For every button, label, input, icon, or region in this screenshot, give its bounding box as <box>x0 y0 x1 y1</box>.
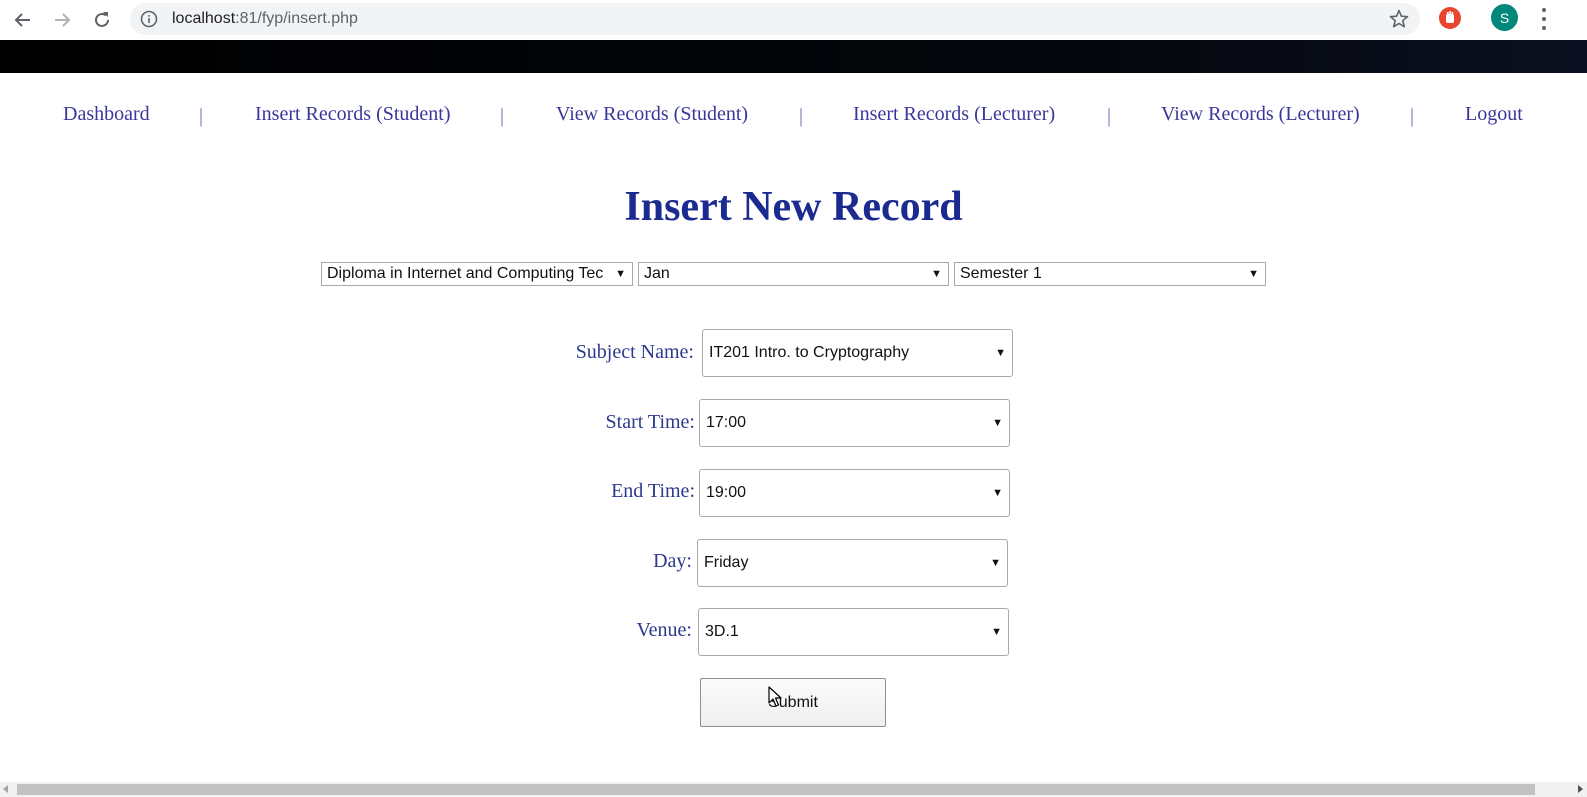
scroll-left-arrow-icon[interactable] <box>3 785 8 793</box>
chevron-down-icon: ▼ <box>995 347 1006 359</box>
reload-icon[interactable] <box>88 6 116 34</box>
venue-label: Venue: <box>636 619 692 641</box>
course-select[interactable]: Diploma in Internet and Computing Tec ▼ <box>321 262 633 286</box>
bookmark-star-icon[interactable] <box>1388 8 1410 35</box>
site-info-icon[interactable] <box>140 10 158 33</box>
nav-insert-student[interactable]: Insert Records (Student) <box>255 103 451 126</box>
month-select-value: Jan <box>644 265 670 282</box>
mouse-cursor-icon <box>768 686 782 713</box>
address-bar[interactable]: localhost:81/fyp/insert.php <box>130 3 1420 35</box>
nav-separator: | <box>1107 105 1112 127</box>
chevron-down-icon: ▼ <box>931 268 942 280</box>
subject-name-label: Subject Name: <box>575 341 694 363</box>
scrollbar-thumb[interactable] <box>17 784 1535 795</box>
start-time-select[interactable]: 17:00 ▼ <box>699 399 1010 447</box>
url-text: localhost:81/fyp/insert.php <box>172 10 358 28</box>
day-label: Day: <box>653 550 692 572</box>
end-time-value: 19:00 <box>706 484 747 501</box>
profile-avatar[interactable]: S <box>1491 4 1518 31</box>
nav-separator: | <box>199 105 204 127</box>
submit-button[interactable]: Submit <box>700 678 886 727</box>
header-banner <box>0 40 1587 73</box>
nav-separator: | <box>1410 105 1415 127</box>
nav-view-lecturer[interactable]: View Records (Lecturer) <box>1161 103 1360 126</box>
page-title: Insert New Record <box>624 184 963 230</box>
nav-separator: | <box>500 105 505 127</box>
end-time-label: End Time: <box>611 480 695 502</box>
start-time-value: 17:00 <box>706 414 747 431</box>
chevron-down-icon: ▼ <box>992 487 1003 499</box>
nav-logout[interactable]: Logout <box>1465 103 1523 126</box>
extension-hand-icon[interactable] <box>1439 7 1461 29</box>
menu-kebab-icon[interactable] <box>1537 8 1551 30</box>
semester-select-value: Semester 1 <box>960 265 1042 282</box>
avatar-letter: S <box>1499 9 1510 26</box>
top-navigation: Dashboard | Insert Records (Student) | V… <box>0 103 1587 135</box>
url-path: :81/fyp/insert.php <box>235 10 358 27</box>
forward-icon[interactable] <box>48 6 76 34</box>
nav-dashboard[interactable]: Dashboard <box>63 103 150 126</box>
horizontal-scrollbar[interactable] <box>0 782 1587 797</box>
nav-insert-lecturer[interactable]: Insert Records (Lecturer) <box>853 103 1055 126</box>
venue-select-value: 3D.1 <box>705 623 739 640</box>
month-select[interactable]: Jan ▼ <box>638 262 949 286</box>
venue-select[interactable]: 3D.1 ▼ <box>698 608 1009 656</box>
chevron-down-icon: ▼ <box>615 268 626 280</box>
semester-select[interactable]: Semester 1 ▼ <box>954 262 1266 286</box>
scroll-right-arrow-icon[interactable] <box>1578 785 1583 793</box>
subject-name-select[interactable]: IT201 Intro. to Cryptography ▼ <box>702 329 1013 377</box>
day-select[interactable]: Friday ▼ <box>697 539 1008 587</box>
chevron-down-icon: ▼ <box>992 417 1003 429</box>
chevron-down-icon: ▼ <box>991 626 1002 638</box>
chevron-down-icon: ▼ <box>990 557 1001 569</box>
subject-name-value: IT201 Intro. to Cryptography <box>709 344 910 361</box>
start-time-label: Start Time: <box>605 411 695 433</box>
nav-separator: | <box>799 105 804 127</box>
nav-view-student[interactable]: View Records (Student) <box>556 103 748 126</box>
url-host: localhost <box>172 10 236 27</box>
back-icon[interactable] <box>9 6 37 34</box>
browser-toolbar: localhost:81/fyp/insert.php S <box>0 0 1587 40</box>
course-select-value: Diploma in Internet and Computing Tec <box>327 265 604 282</box>
chevron-down-icon: ▼ <box>1248 268 1259 280</box>
end-time-select[interactable]: 19:00 ▼ <box>699 469 1010 517</box>
day-select-value: Friday <box>704 554 749 571</box>
